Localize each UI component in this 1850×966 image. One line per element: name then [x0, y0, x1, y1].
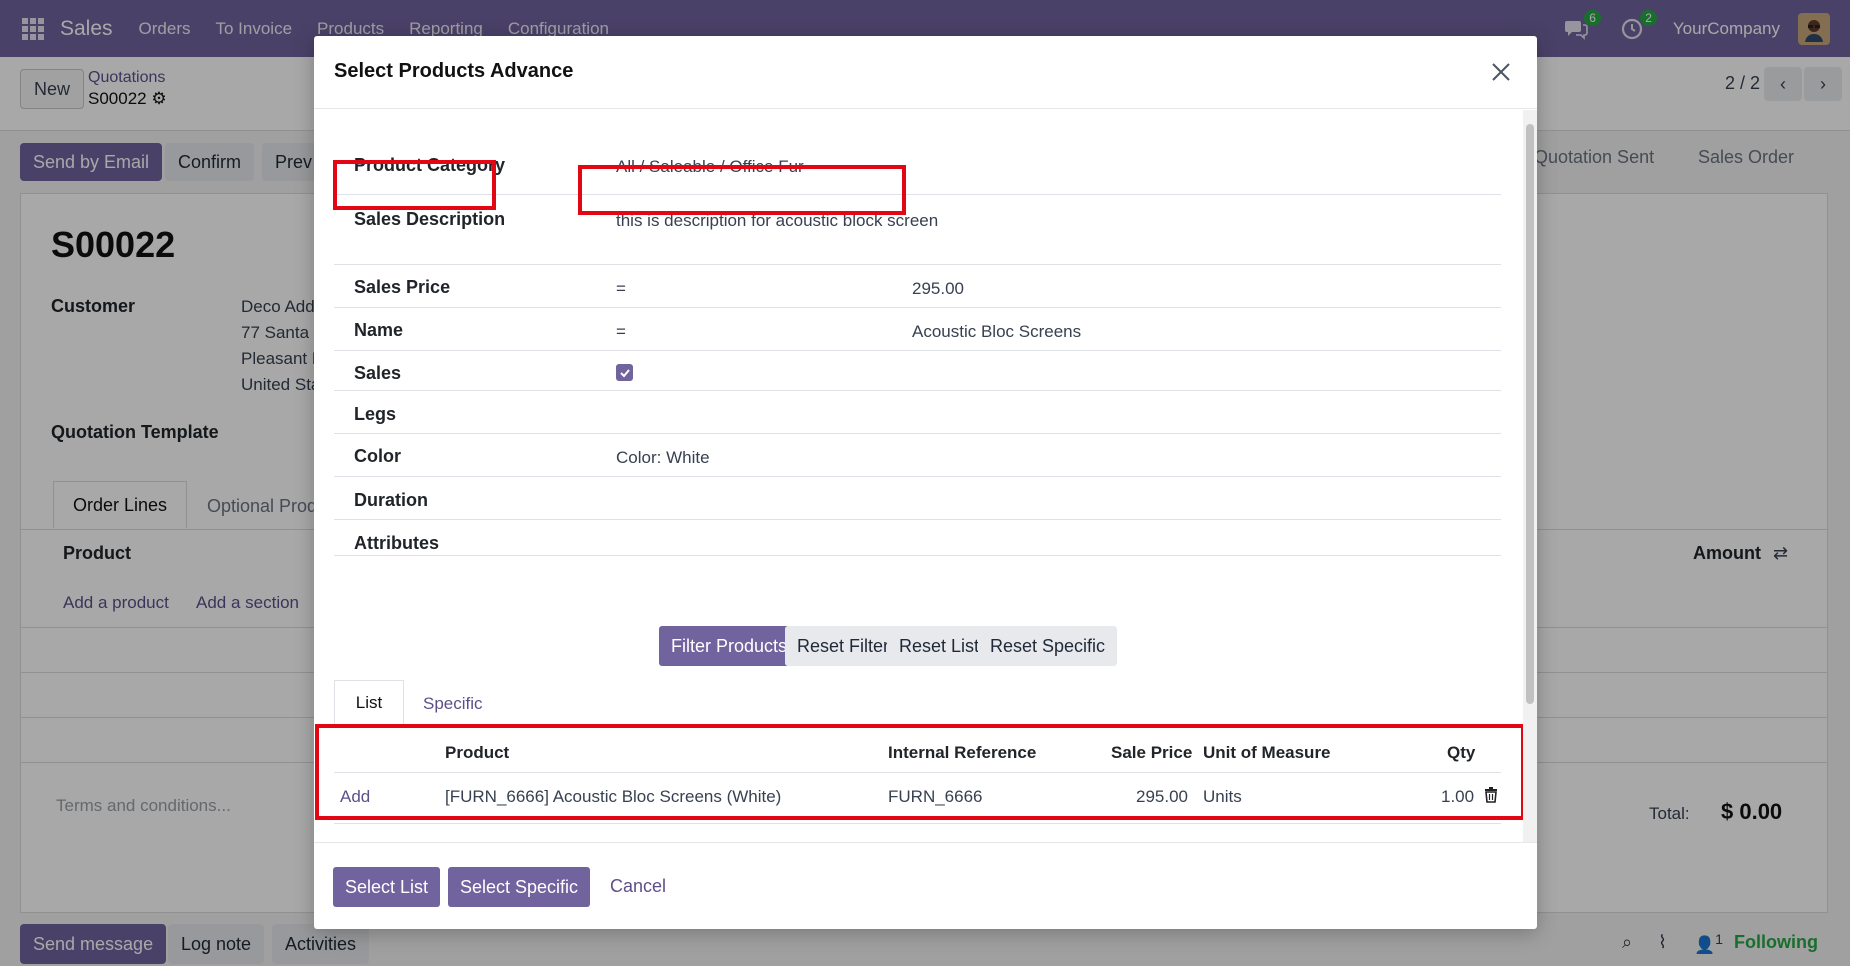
table-row-divider	[334, 823, 1501, 824]
dialog-footer: Select List Select Specific Cancel	[314, 842, 1537, 929]
highlight-box	[315, 724, 1525, 820]
sales-price-operator[interactable]: =	[616, 279, 626, 299]
field-row-legs: Legs	[334, 391, 1501, 434]
color-label: Color	[354, 446, 401, 466]
name-operator[interactable]: =	[616, 322, 626, 342]
name-label: Name	[354, 320, 404, 340]
legs-label: Legs	[354, 404, 397, 424]
field-row-attributes: Attributes	[334, 520, 1501, 556]
reset-specific-button[interactable]: Reset Specific	[978, 626, 1118, 666]
color-field[interactable]: Color: White	[616, 448, 710, 468]
name-field[interactable]: Acoustic Bloc Screens	[912, 322, 1081, 342]
tab-specific[interactable]: Specific	[423, 694, 483, 714]
select-specific-button[interactable]: Select Specific	[448, 867, 591, 907]
select-list-button[interactable]: Select List	[333, 867, 441, 907]
duration-label: Duration	[354, 490, 428, 510]
sales-description-label: Sales Description	[354, 209, 506, 229]
attributes-label: Attributes	[354, 533, 439, 553]
sales-price-label: Sales Price	[354, 277, 451, 297]
reset-list-button[interactable]: Reset List	[887, 626, 992, 666]
field-row-color: Color Color: White	[334, 434, 1501, 477]
sales-label: Sales	[354, 363, 402, 383]
dialog-title: Select Products Advance	[334, 60, 574, 82]
cancel-button[interactable]: Cancel	[610, 876, 666, 897]
dialog-header: Select Products Advance	[314, 36, 1537, 109]
select-products-dialog: Select Products Advance Product Category…	[314, 36, 1537, 929]
field-row-sales: Sales	[334, 351, 1501, 391]
highlight-box	[333, 160, 496, 210]
close-icon[interactable]	[1487, 58, 1515, 86]
sales-checkbox[interactable]	[616, 364, 633, 381]
field-row-product-category: Product Category All / Saleable / Office…	[334, 110, 1501, 195]
filter-products-button[interactable]: Filter Products	[659, 626, 800, 666]
field-row-sales-description: Sales Description this is description fo…	[334, 195, 1501, 265]
dialog-scrollbar-thumb[interactable]	[1526, 124, 1534, 704]
highlight-box	[578, 165, 906, 215]
field-row-sales-price: Sales Price = 295.00	[334, 265, 1501, 308]
field-row-duration: Duration	[334, 477, 1501, 520]
sales-price-field[interactable]: 295.00	[912, 279, 964, 299]
reset-filter-button[interactable]: Reset Filter	[785, 626, 902, 666]
field-row-name: Name = Acoustic Bloc Screens	[334, 308, 1501, 351]
tab-list[interactable]: List	[334, 680, 404, 726]
